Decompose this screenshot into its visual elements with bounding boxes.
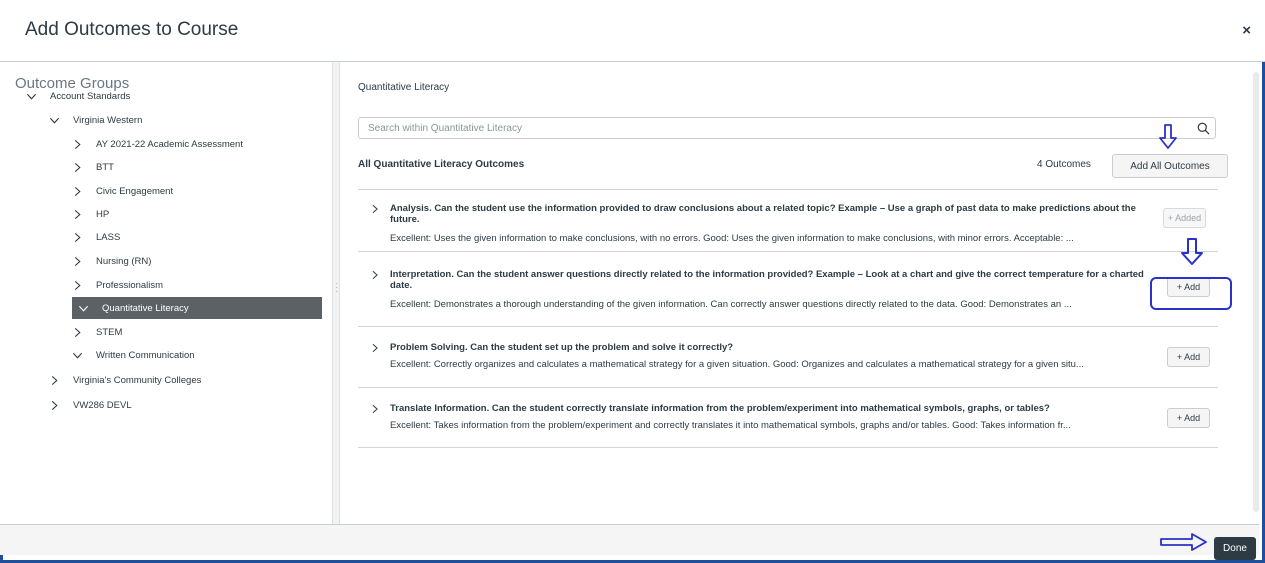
tree-item-label: Virginia's Community Colleges [73,374,202,386]
add-all-outcomes-button[interactable]: Add All Outcomes [1112,154,1228,178]
outcome-description: Excellent: Demonstrates a thorough under… [390,299,1072,310]
outcome-description: Excellent: Correctly organizes and calcu… [390,359,1084,370]
outcome-item: Problem Solving. Can the student set up … [358,326,1218,387]
outcome-title: Problem Solving. Can the student set up … [390,342,734,353]
chevron-right-icon[interactable] [370,270,380,280]
tree-item-label: HP [96,208,110,220]
chevron-right-icon[interactable] [66,256,88,267]
chevron-right-icon[interactable] [66,139,88,150]
annotation-arrow-down-icon [1159,124,1177,149]
chevron-right-icon[interactable] [43,375,65,386]
chevron-right-icon[interactable] [66,186,88,197]
chevron-right-icon[interactable] [66,232,88,243]
chevron-down-icon[interactable] [43,115,65,126]
modal-footer [0,524,1259,555]
chevron-right-icon[interactable] [66,280,88,291]
tree-item[interactable]: VW286 DEVL [43,394,132,416]
tree-item[interactable]: Virginia's Community Colleges [43,369,201,391]
tree-item-label: Civic Engagement [96,185,174,197]
tree-item[interactable]: HP [66,203,109,225]
tree-item[interactable]: Quantitative Literacy [72,297,322,319]
tree-item[interactable]: Account Standards [20,85,130,107]
chevron-right-icon[interactable] [43,400,65,411]
chevron-down-icon[interactable] [20,91,42,102]
chevron-down-icon[interactable] [66,350,88,361]
tree-item[interactable]: Nursing (RN) [66,250,151,272]
tree-item[interactable]: LASS [66,226,120,248]
outcomes-panel: Quantitative Literacy All Quantitative L… [341,62,1259,524]
tree-item-label: Written Communication [96,349,195,361]
outcome-item: Interpretation. Can the student answer q… [358,251,1218,326]
group-title: Quantitative Literacy [358,82,450,93]
tree-item[interactable]: Civic Engagement [66,180,173,202]
outcome-item: Analysis. Can the student use the inform… [358,189,1218,251]
outcome-title: Analysis. Can the student use the inform… [390,203,1136,225]
tree-item-label: VW286 DEVL [73,399,132,411]
chevron-right-icon[interactable] [66,327,88,338]
chevron-right-icon[interactable] [66,209,88,220]
search-icon[interactable] [1197,122,1210,135]
tree-item[interactable]: BTT [66,156,114,178]
tree-item[interactable]: AY 2021-22 Academic Assessment [66,133,243,155]
done-button[interactable]: Done [1214,537,1256,560]
tree-item-label: AY 2021-22 Academic Assessment [96,138,243,150]
panel-splitter[interactable]: · · · [332,62,340,524]
tree-item-label: BTT [96,161,114,173]
outcome-item: Translate Information. Can the student c… [358,387,1218,447]
chevron-right-icon[interactable] [370,343,380,353]
chevron-right-icon[interactable] [370,404,380,414]
tree-item-label: Virginia Western [73,114,143,126]
outcome-groups-panel: Outcome Groups Account Standards Virginia… [0,62,332,524]
outcome-description: Excellent: Takes information from the pr… [390,420,1071,431]
outcome-count: 4 Outcomes [1037,159,1091,170]
annotation-highlight-ring [1150,277,1232,310]
tree-item-label: Nursing (RN) [96,255,152,267]
modal-header: Add Outcomes to Course × [0,0,1265,62]
chevron-right-icon[interactable] [370,204,380,214]
search-input[interactable] [358,117,1216,139]
all-outcomes-label: All Quantitative Literacy Outcomes [358,159,525,170]
tree-item[interactable]: Written Communication [66,344,195,366]
tree-item-label: STEM [96,326,123,338]
tree-item-label: Account Standards [50,90,131,102]
tree-item-label: Quantitative Literacy [102,302,189,314]
outcome-divider [358,447,1218,448]
annotation-arrow-right-icon [1160,533,1207,551]
outcome-title: Translate Information. Can the student c… [390,403,1050,414]
chevron-right-icon[interactable] [66,162,88,173]
tree-item-label: Professionalism [96,279,164,291]
added-button: + Added [1163,208,1206,228]
add-outcome-button[interactable]: + Add [1167,347,1210,367]
modal-title: Add Outcomes to Course [25,19,239,40]
outcome-description: Excellent: Uses the given information to… [390,233,1074,244]
tree-item[interactable]: Professionalism [66,274,163,296]
drag-handle-icon: · · · [335,278,339,297]
annotation-arrow-down-icon [1181,238,1203,265]
tree-item[interactable]: Virginia Western [43,109,142,131]
scrollbar[interactable] [1253,72,1259,512]
close-button[interactable]: × [1242,22,1251,39]
add-outcome-button[interactable]: + Add [1167,408,1210,428]
tree-item-label: LASS [96,231,121,243]
chevron-down-icon[interactable] [72,303,94,314]
outcome-title: Interpretation. Can the student answer q… [390,269,1144,291]
tree-item[interactable]: STEM [66,321,122,343]
